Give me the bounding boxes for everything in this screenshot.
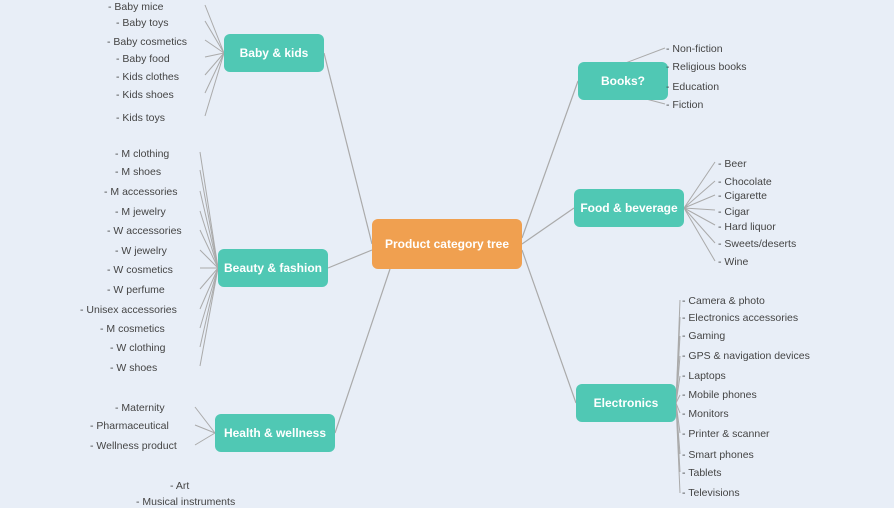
food-item-3: - Cigarette: [718, 190, 767, 202]
books-item-2: - Religious books: [666, 61, 747, 73]
baby-item-6: - Kids shoes: [116, 89, 174, 101]
other-item-1: - Art: [170, 480, 189, 492]
beauty-item-5: - W accessories: [107, 225, 182, 237]
books-item-4: - Fiction: [666, 99, 703, 111]
elec-item-9: - Smart phones: [682, 449, 754, 461]
beauty-item-1: - M clothing: [115, 148, 169, 160]
baby-item-7: - Kids toys: [116, 112, 165, 124]
baby-item-2: - Baby toys: [116, 17, 169, 29]
food-item-4: - Cigar: [718, 206, 750, 218]
food-item-2: - Chocolate: [718, 176, 772, 188]
health-item-2: - Pharmaceutical: [90, 420, 169, 432]
food-item-5: - Hard liquor: [718, 221, 776, 233]
elec-item-1: - Camera & photo: [682, 295, 765, 307]
baby-item-5: - Kids clothes: [116, 71, 179, 83]
elec-item-10: - Tablets: [682, 467, 722, 479]
other-item-2: - Musical instruments: [136, 496, 235, 508]
books-item-3: - Education: [666, 81, 719, 93]
elec-item-4: - GPS & navigation devices: [682, 350, 810, 362]
health-item-1: - Maternity: [115, 402, 165, 414]
beauty-item-12: - W shoes: [110, 362, 157, 374]
beauty-node: Beauty & fashion: [218, 249, 328, 287]
beauty-item-3: - M accessories: [104, 186, 178, 198]
food-item-1: - Beer: [718, 158, 747, 170]
beauty-item-9: - Unisex accessories: [80, 304, 177, 316]
elec-item-8: - Printer & scanner: [682, 428, 770, 440]
elec-item-7: - Monitors: [682, 408, 729, 420]
elec-item-2: - Electronics accessories: [682, 312, 798, 324]
baby-item-3: - Baby cosmetics: [107, 36, 187, 48]
health-item-3: - Wellness product: [90, 440, 177, 452]
elec-item-5: - Laptops: [682, 370, 726, 382]
books-item-1: - Non-fiction: [666, 43, 723, 55]
food-item-7: - Wine: [718, 256, 748, 268]
center-node: Product category tree: [372, 219, 522, 269]
elec-item-6: - Mobile phones: [682, 389, 757, 401]
baby-node: Baby & kids: [224, 34, 324, 72]
beauty-item-8: - W perfume: [107, 284, 165, 296]
baby-item-4: - Baby food: [116, 53, 170, 65]
beauty-item-10: - M cosmetics: [100, 323, 165, 335]
beauty-item-6: - W jewelry: [115, 245, 167, 257]
books-node: Books?: [578, 62, 668, 100]
beauty-item-7: - W cosmetics: [107, 264, 173, 276]
elec-item-3: - Gaming: [682, 330, 725, 342]
beauty-item-4: - M jewelry: [115, 206, 166, 218]
food-node: Food & beverage: [574, 189, 684, 227]
health-node: Health & wellness: [215, 414, 335, 452]
beauty-item-2: - M shoes: [115, 166, 161, 178]
electronics-node: Electronics: [576, 384, 676, 422]
beauty-item-11: - W clothing: [110, 342, 165, 354]
elec-item-11: - Televisions: [682, 487, 740, 499]
food-item-6: - Sweets/deserts: [718, 238, 796, 250]
baby-item-1: - Baby mice: [108, 1, 163, 13]
